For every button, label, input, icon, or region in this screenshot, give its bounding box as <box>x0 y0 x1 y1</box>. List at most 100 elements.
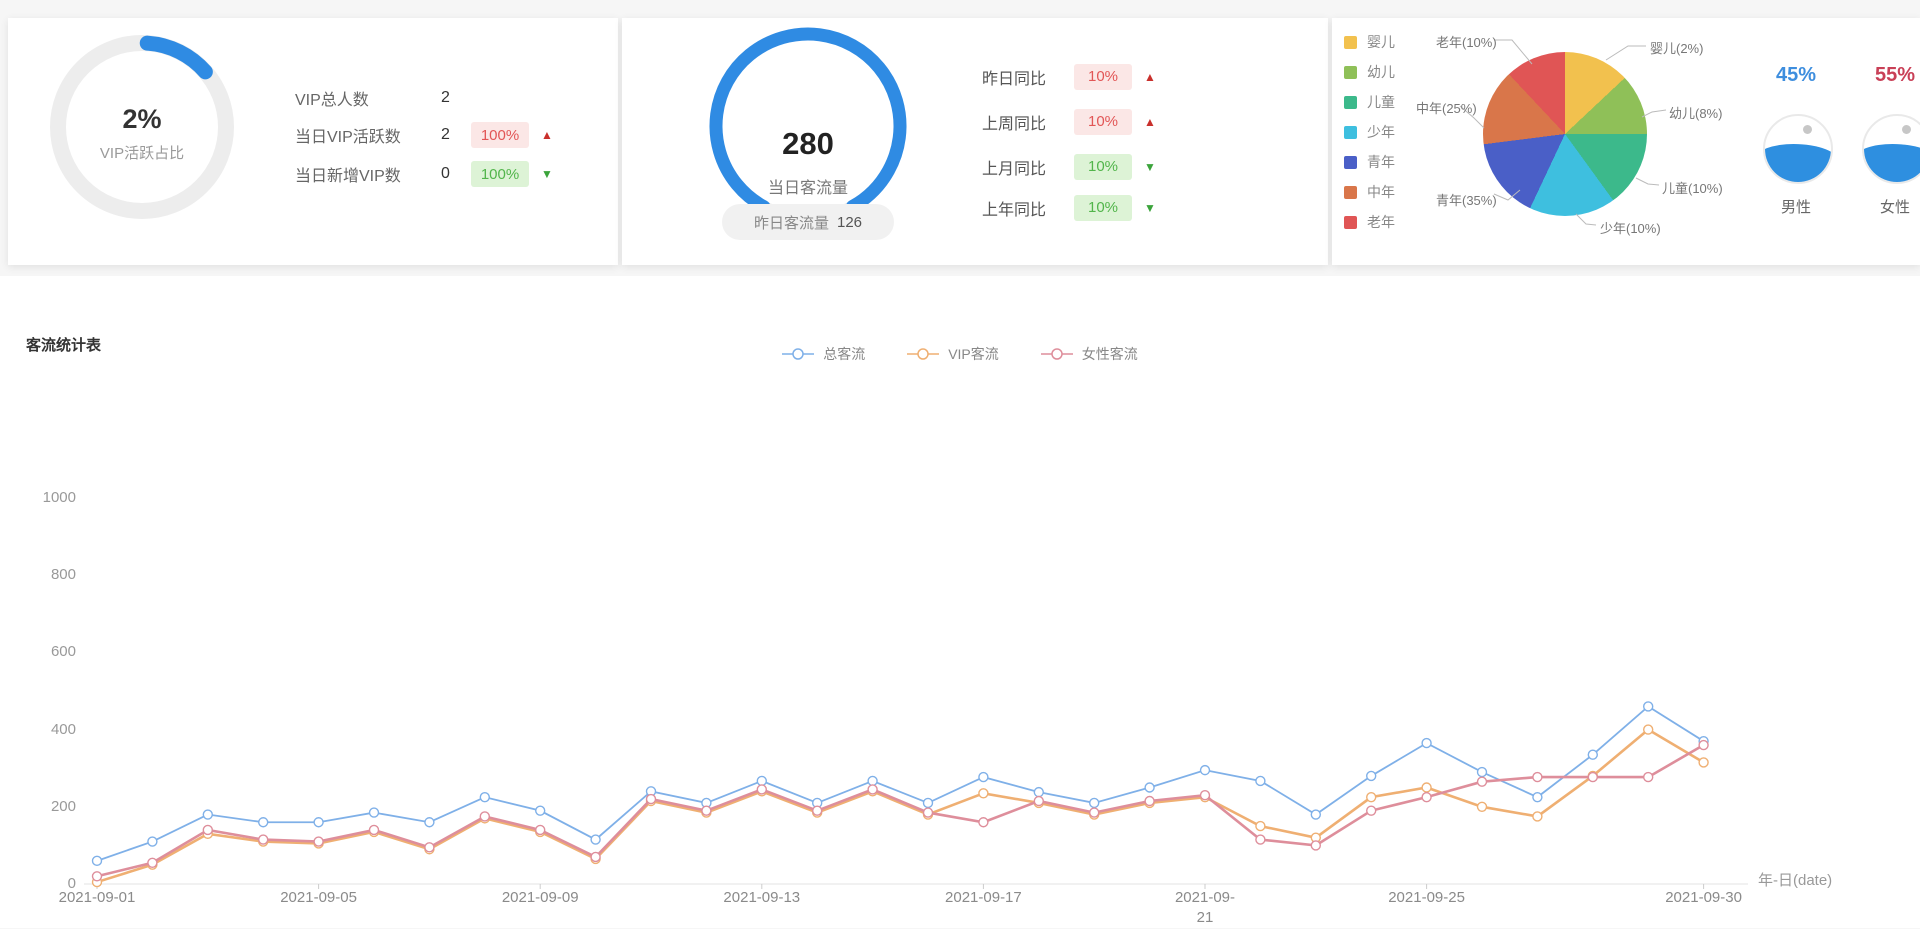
traffic-line-chart-panel <box>0 276 1920 928</box>
stat-label: 上年同比 <box>982 201 1047 219</box>
arrow-down-icon: ▼ <box>1144 200 1156 215</box>
pie-callout-label: 少年(10%) <box>1600 221 1661 236</box>
callout-line <box>1575 213 1597 226</box>
traffic-value: 280 <box>782 126 834 161</box>
compare-row-lastmonth: 上月同比 10% ▼ <box>982 153 1156 180</box>
traffic-caption: 当日客流量 <box>767 180 848 197</box>
bubble-icon <box>1902 125 1911 134</box>
yesterday-traffic-tag: 昨日客流量 126 <box>722 204 894 240</box>
arrow-up-icon: ▲ <box>1144 114 1156 129</box>
legend-label: 老年 <box>1367 214 1395 230</box>
x-axis-name: 年-日(date) <box>1758 872 1833 889</box>
stat-label: 上周同比 <box>982 115 1047 133</box>
y-tick-label: 600 <box>50 643 76 661</box>
legend-label: VIP客流 <box>948 346 999 362</box>
vip-ring-percent: 2% <box>122 104 162 134</box>
x-tick-label: 2021-09-09 <box>501 889 579 906</box>
compare-row-lastyear: 上年同比 10% ▼ <box>982 194 1156 221</box>
x-tick-label: 2021-09-25 <box>1388 889 1465 906</box>
x-tick-label: 2021-09-21 <box>1174 889 1236 927</box>
bubble-icon <box>1803 125 1812 134</box>
legend-swatch <box>1344 95 1357 109</box>
stat-label: 上月同比 <box>982 160 1047 178</box>
legend-item-vip[interactable]: VIP客流 <box>907 344 999 364</box>
legend-label: 女性客流 <box>1081 346 1138 362</box>
legend-label: 青年 <box>1367 154 1395 170</box>
pie-legend-item[interactable]: 幼儿 <box>1344 64 1395 80</box>
tag-label: 昨日客流量 <box>753 214 829 232</box>
vip-summary-card: 2% VIP活跃占比 VIP总人数 2 当日VIP活跃数 2 100% ▲ 当日… <box>8 18 618 265</box>
legend-swatch <box>1344 65 1357 79</box>
arrow-up-icon: ▲ <box>1144 69 1156 84</box>
y-tick-label: 1000 <box>42 489 76 506</box>
status-badge: 10% <box>1074 108 1132 135</box>
male-label: 男性 <box>1780 199 1811 216</box>
legend-label: 少年 <box>1367 124 1395 140</box>
legend-line-circle-icon <box>907 348 940 360</box>
water-fill <box>1765 144 1831 182</box>
pie-callout-label: 儿童(10%) <box>1662 181 1723 196</box>
x-tick-label: 2021-09-30 <box>1665 889 1742 906</box>
female-label: 女性 <box>1879 199 1910 216</box>
x-tick-label: 2021-09-17 <box>945 889 1022 906</box>
pie-legend-item[interactable]: 儿童 <box>1344 94 1395 110</box>
legend-item-female[interactable]: 女性客流 <box>1040 344 1138 364</box>
pie-legend-item[interactable]: 老年 <box>1344 214 1395 230</box>
legend-label: 婴儿 <box>1367 34 1395 50</box>
status-badge: 100% <box>471 161 529 187</box>
compare-row-yesterday: 昨日同比 10% ▲ <box>982 63 1156 90</box>
traffic-summary-card: 280 当日客流量 昨日客流量 126 昨日同比 10% ▲ 上周同比 10% … <box>622 18 1328 265</box>
legend-swatch <box>1344 215 1357 229</box>
legend-label: 幼儿 <box>1367 64 1395 80</box>
line-chart-title: 客流统计表 <box>26 337 102 354</box>
pie-callout-label: 中年(25%) <box>1416 101 1477 116</box>
callout-line <box>1635 177 1660 186</box>
stat-value: 2 <box>441 89 450 106</box>
status-badge: 10% <box>1074 63 1132 90</box>
water-fill <box>1864 144 1920 182</box>
callout-line <box>1605 45 1646 61</box>
callout-line <box>1641 109 1667 118</box>
male-percent: 45% <box>1775 64 1817 86</box>
pie-legend-item[interactable]: 婴儿 <box>1344 34 1395 50</box>
stat-label: 当日VIP活跃数 <box>295 129 401 146</box>
tag-value: 126 <box>836 213 863 231</box>
vip-ring-text: 2% VIP活跃占比 <box>58 104 226 163</box>
y-tick-label: 200 <box>50 797 76 815</box>
stat-value: 0 <box>441 165 450 182</box>
pie-legend-item[interactable]: 少年 <box>1344 124 1395 140</box>
pie-callout-label: 婴儿(2%) <box>1650 41 1704 56</box>
traffic-ring-text: 280 当日客流量 <box>723 126 893 198</box>
stat-label: VIP总人数 <box>295 92 369 109</box>
x-tick-label: 2021-09-01 <box>58 889 136 906</box>
line-chart-legend: 总客流 VIP客流 女性客流 <box>660 344 1260 364</box>
legend-swatch <box>1344 185 1357 199</box>
pie-legend-item[interactable]: 中年 <box>1344 184 1395 200</box>
y-tick-label: 800 <box>50 566 76 584</box>
arrow-up-icon: ▲ <box>541 128 553 142</box>
arrow-down-icon: ▼ <box>1144 159 1156 174</box>
vip-active-row: 当日VIP活跃数 2 100% ▲ <box>295 122 553 148</box>
legend-swatch <box>1344 125 1357 139</box>
legend-label: 儿童 <box>1367 94 1395 110</box>
stat-value: 2 <box>441 126 450 143</box>
vip-total-row: VIP总人数 2 <box>295 85 465 111</box>
pie-callout-label: 幼儿(8%) <box>1669 106 1723 121</box>
demographics-card: 婴儿 幼儿 儿童 少年 青年 中年 老年 老年(10%) 中年(25%) 青年(… <box>1332 18 1920 265</box>
pie-legend-item[interactable]: 青年 <box>1344 154 1395 170</box>
status-badge: 10% <box>1074 194 1132 221</box>
pie-callout-label: 青年(35%) <box>1436 193 1497 208</box>
age-distribution-pie-chart <box>1483 52 1647 216</box>
legend-line-circle-icon <box>782 348 815 360</box>
vip-ring-caption: VIP活跃占比 <box>99 145 185 162</box>
legend-swatch <box>1344 155 1357 169</box>
status-badge: 10% <box>1074 153 1132 180</box>
compare-row-lastweek: 上周同比 10% ▲ <box>982 108 1156 135</box>
legend-item-total[interactable]: 总客流 <box>782 344 865 364</box>
legend-line-circle-icon <box>1040 348 1073 360</box>
pie-callout-label: 老年(10%) <box>1436 35 1497 50</box>
status-badge: 100% <box>471 122 529 148</box>
male-liquid-gauge <box>1763 114 1833 184</box>
legend-swatch <box>1344 35 1357 49</box>
female-percent: 55% <box>1874 64 1916 86</box>
